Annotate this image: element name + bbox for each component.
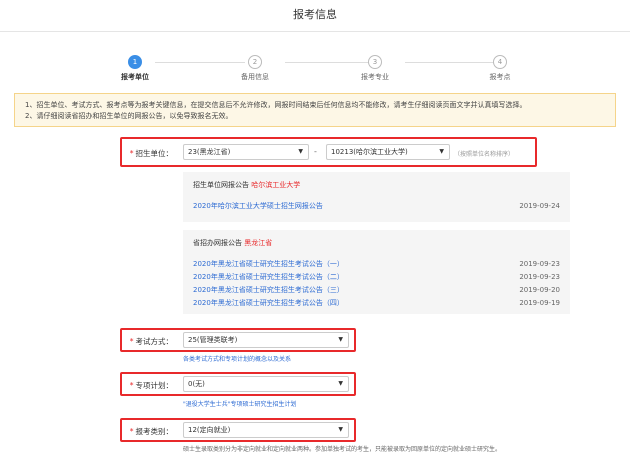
notice-row: 2020年哈尔滨工业大学硕士招生网报公告 2019-09-24 xyxy=(193,200,560,213)
category-label: * 报考类别： xyxy=(103,426,173,437)
required-star: * xyxy=(129,337,134,346)
notice-line-1: 1、招生单位、考试方式、报考点等为报考关键信息，在提交信息后不允许修改，网报时间… xyxy=(25,101,527,109)
special-plan-value: 0(无) xyxy=(188,380,205,388)
exam-mode-value: 25(管理类联考) xyxy=(188,336,238,344)
notice-link[interactable]: 2020年黑龙江省硕士研究生招生考试公告（二） xyxy=(193,271,344,284)
notice-row: 2020年黑龙江省硕士研究生招生考试公告（二） 2019-09-23 xyxy=(193,271,560,284)
unit-label-text: 招生单位： xyxy=(135,149,174,158)
chevron-down-icon: ▼ xyxy=(439,148,444,155)
unit-dash: - xyxy=(314,147,317,156)
category-value: 12(定向就业) xyxy=(188,426,231,434)
step-number: 1 xyxy=(128,55,142,69)
exam-mode-label: * 考试方式： xyxy=(103,336,173,347)
notice-line-2: 2、请仔细阅读省招办和招生单位的网报公告，以免导致报名无效。 xyxy=(25,112,233,120)
chevron-down-icon: ▼ xyxy=(338,426,343,433)
notice-banner: 1、招生单位、考试方式、报考点等为报考关键信息，在提交信息后不允许修改，网报时间… xyxy=(14,93,616,127)
school-name: 哈尔滨工业大学 xyxy=(251,181,301,189)
notice-link[interactable]: 2020年黑龙江省硕士研究生招生考试公告（三） xyxy=(193,284,344,297)
step-1: 1 报考单位 xyxy=(105,55,165,82)
school-select[interactable]: 10213(哈尔滨工业大学) ▼ xyxy=(326,144,450,160)
province-value: 23(黑龙江省) xyxy=(188,148,231,156)
province-notice-panel: 省招办网报公告 黑龙江省 2020年黑龙江省硕士研究生招生考试公告（一） 2019… xyxy=(183,230,570,314)
chevron-down-icon: ▼ xyxy=(338,380,343,387)
step-label: 报考点 xyxy=(489,73,511,81)
step-label: 备用信息 xyxy=(241,73,269,81)
school-notice-panel: 招生单位网报公告 哈尔滨工业大学 2020年哈尔滨工业大学硕士招生网报公告 201… xyxy=(183,172,570,222)
province-select[interactable]: 23(黑龙江省) ▼ xyxy=(183,144,309,160)
required-star: * xyxy=(129,381,134,390)
step-number: 4 xyxy=(493,55,507,69)
step-3: 3 报考专业 xyxy=(345,55,405,82)
unit-label: * 招生单位： xyxy=(103,148,173,159)
step-2: 2 备用信息 xyxy=(225,55,285,82)
step-number: 2 xyxy=(248,55,262,69)
step-label: 报考单位 xyxy=(121,73,149,81)
special-plan-label: * 专项计划： xyxy=(103,380,173,391)
special-plan-help-link[interactable]: "退役大学生士兵"专项硕士研究生招生计划 xyxy=(183,399,297,408)
step-label: 报考专业 xyxy=(361,73,389,81)
exam-mode-help-link[interactable]: 各类考试方式和专项计划的概念以及关系 xyxy=(183,354,291,363)
notice-row: 2020年黑龙江省硕士研究生招生考试公告（三） 2019-09-20 xyxy=(193,284,560,297)
category-select[interactable]: 12(定向就业) ▼ xyxy=(183,422,349,438)
province-notice-title: 省招办网报公告 黑龙江省 xyxy=(193,238,560,248)
category-label-text: 报考类别： xyxy=(135,427,174,436)
category-note: 硕士生录取类别分为非定向就业和定向就业两种。参加单独考试的考生，只能被录取为回原… xyxy=(183,446,502,453)
special-plan-select[interactable]: 0(无) ▼ xyxy=(183,376,349,392)
special-plan-label-text: 专项计划： xyxy=(135,381,174,390)
notice-link[interactable]: 2020年黑龙江省硕士研究生招生考试公告（一） xyxy=(193,258,344,271)
step-4: 4 报考点 xyxy=(470,55,530,82)
required-star: * xyxy=(129,427,134,436)
panel-title-text: 招生单位网报公告 xyxy=(193,181,249,189)
notice-link[interactable]: 2020年黑龙江省硕士研究生招生考试公告（四） xyxy=(193,297,344,310)
notice-link[interactable]: 2020年哈尔滨工业大学硕士招生网报公告 xyxy=(193,200,323,213)
step-number: 3 xyxy=(368,55,382,69)
chevron-down-icon: ▼ xyxy=(338,336,343,343)
progress-steps: 1 报考单位 2 备用信息 3 报考专业 4 报考点 xyxy=(100,55,540,85)
notice-row: 2020年黑龙江省硕士研究生招生考试公告（四） 2019-09-19 xyxy=(193,297,560,310)
exam-mode-select[interactable]: 25(管理类联考) ▼ xyxy=(183,332,349,348)
province-name: 黑龙江省 xyxy=(244,239,273,247)
sort-hint: （按照单位名称排序） xyxy=(454,151,515,158)
school-value: 10213(哈尔滨工业大学) xyxy=(331,148,408,156)
exam-mode-label-text: 考试方式： xyxy=(135,337,174,346)
notice-date: 2019-09-19 xyxy=(519,299,560,307)
notice-date: 2019-09-24 xyxy=(519,202,560,210)
required-star: * xyxy=(129,149,134,158)
school-notice-title: 招生单位网报公告 哈尔滨工业大学 xyxy=(193,180,560,190)
chevron-down-icon: ▼ xyxy=(298,148,303,155)
page-title: 报考信息 xyxy=(0,0,630,32)
notice-date: 2019-09-23 xyxy=(519,273,560,281)
notice-date: 2019-09-23 xyxy=(519,260,560,268)
notice-date: 2019-09-20 xyxy=(519,286,560,294)
notice-row: 2020年黑龙江省硕士研究生招生考试公告（一） 2019-09-23 xyxy=(193,258,560,271)
panel-title-text: 省招办网报公告 xyxy=(193,239,242,247)
